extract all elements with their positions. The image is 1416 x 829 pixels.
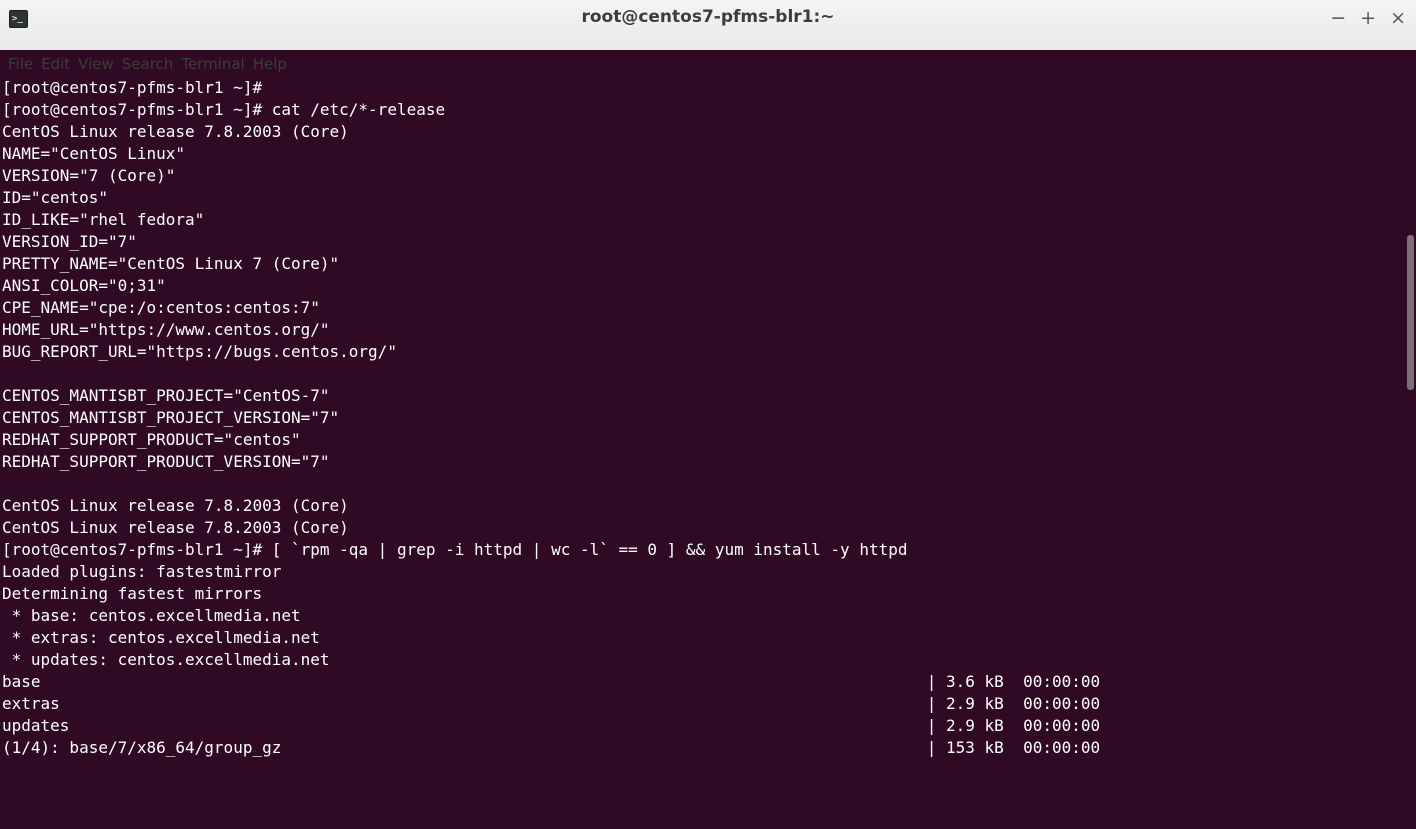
terminal-line: REDHAT_SUPPORT_PRODUCT_VERSION="7" bbox=[2, 452, 330, 471]
terminal-line: * extras: centos.excellmedia.net bbox=[2, 628, 320, 647]
terminal-line: [root@centos7-pfms-blr1 ~]# cat /etc/*-r… bbox=[2, 100, 446, 119]
terminal-line: CentOS Linux release 7.8.2003 (Core) bbox=[2, 518, 349, 537]
menu-help[interactable]: Help bbox=[249, 55, 291, 73]
menu-file[interactable]: File bbox=[4, 55, 37, 73]
terminal-line: ID_LIKE="rhel fedora" bbox=[2, 210, 205, 229]
terminal-line: CentOS Linux release 7.8.2003 (Core) bbox=[2, 496, 349, 515]
maximize-button[interactable]: + bbox=[1360, 6, 1376, 30]
terminal-line: extras | 2.9 kB 00:00:00 bbox=[2, 694, 1101, 713]
terminal-line: [root@centos7-pfms-blr1 ~]# bbox=[2, 78, 263, 97]
minimize-button[interactable]: − bbox=[1330, 6, 1346, 30]
terminal-line: ID="centos" bbox=[2, 188, 108, 207]
menu-terminal[interactable]: Terminal bbox=[177, 55, 248, 73]
terminal-line: VERSION_ID="7" bbox=[2, 232, 137, 251]
menu-view[interactable]: View bbox=[74, 55, 118, 73]
scrollbar[interactable] bbox=[1406, 77, 1416, 829]
terminal-line: [root@centos7-pfms-blr1 ~]# [ `rpm -qa |… bbox=[2, 540, 908, 559]
terminal-output[interactable]: [root@centos7-pfms-blr1 ~]# [root@centos7… bbox=[0, 77, 1406, 829]
terminal-line: BUG_REPORT_URL="https://bugs.centos.org/… bbox=[2, 342, 397, 361]
terminal-line: PRETTY_NAME="CentOS Linux 7 (Core)" bbox=[2, 254, 340, 273]
terminal-line: CentOS Linux release 7.8.2003 (Core) bbox=[2, 122, 349, 141]
window-title: root@centos7-pfms-blr1:~ bbox=[581, 7, 835, 27]
scrollbar-thumb[interactable] bbox=[1407, 235, 1414, 390]
terminal-line: * base: centos.excellmedia.net bbox=[2, 606, 301, 625]
terminal-line: (1/4): base/7/x86_64/group_gz | 153 kB 0… bbox=[2, 738, 1101, 757]
terminal-line: * updates: centos.excellmedia.net bbox=[2, 650, 330, 669]
terminal-line: HOME_URL="https://www.centos.org/" bbox=[2, 320, 330, 339]
close-button[interactable]: × bbox=[1390, 6, 1406, 30]
terminal-line: base | 3.6 kB 00:00:00 bbox=[2, 672, 1101, 691]
terminal-line: REDHAT_SUPPORT_PRODUCT="centos" bbox=[2, 430, 301, 449]
terminal-line: Loaded plugins: fastestmirror bbox=[2, 562, 282, 581]
menu-edit[interactable]: Edit bbox=[37, 55, 74, 73]
menu-search[interactable]: Search bbox=[118, 55, 178, 73]
terminal-line: updates | 2.9 kB 00:00:00 bbox=[2, 716, 1101, 735]
terminal-line: ANSI_COLOR="0;31" bbox=[2, 276, 166, 295]
terminal-line: VERSION="7 (Core)" bbox=[2, 166, 176, 185]
title-bar[interactable]: >_ root@centos7-pfms-blr1:~ − + × bbox=[0, 0, 1416, 50]
terminal-line: NAME="CentOS Linux" bbox=[2, 144, 186, 163]
window-controls: − + × bbox=[1330, 6, 1406, 30]
menu-bar: File Edit View Search Terminal Help bbox=[0, 50, 1416, 77]
terminal-line: Determining fastest mirrors bbox=[2, 584, 263, 603]
terminal-line: CPE_NAME="cpe:/o:centos:centos:7" bbox=[2, 298, 320, 317]
terminal-line: CENTOS_MANTISBT_PROJECT="CentOS-7" bbox=[2, 386, 330, 405]
terminal-line: CENTOS_MANTISBT_PROJECT_VERSION="7" bbox=[2, 408, 340, 427]
